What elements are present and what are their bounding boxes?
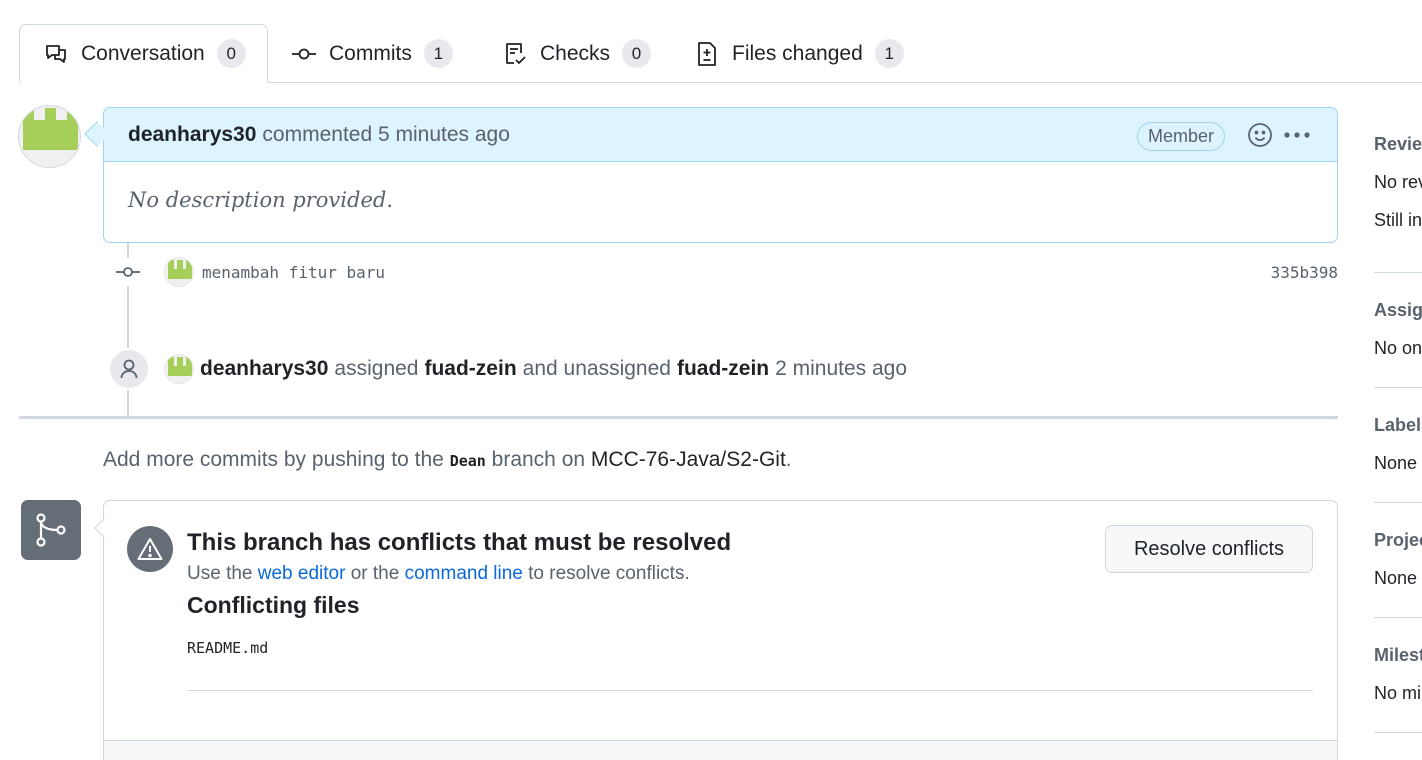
conflict-sub-prefix: Use the: [187, 563, 253, 584]
sidebar-reviewers-title: Reviewers: [1374, 134, 1422, 154]
pr-sidebar: Reviewers No reviews Still in progress? …: [1374, 120, 1422, 760]
git-commit-icon: [291, 41, 317, 67]
sidebar-assignees[interactable]: Assignees No one—: [1374, 300, 1422, 359]
pr-tabbar: Conversation 0 Commits 1 Checks 0 Files …: [0, 0, 1422, 83]
member-badge: Member: [1137, 122, 1226, 151]
sidebar-reviewers-hint[interactable]: Still in progress?: [1374, 210, 1422, 231]
actor-avatar[interactable]: [164, 354, 194, 384]
git-merge-icon: [21, 500, 81, 560]
tab-count: 1: [423, 39, 453, 68]
timeline-assign-event: deanharys30 assigned fuad-zein and unass…: [108, 348, 907, 390]
conflicting-files-heading: Conflicting files: [187, 592, 360, 618]
sidebar-divider: [1374, 502, 1422, 503]
commit-sha-link[interactable]: 335b398: [1271, 263, 1338, 282]
branch-name: Dean: [449, 452, 486, 470]
tab-files-changed[interactable]: Files changed 1: [694, 24, 904, 83]
merge-box: This branch has conflicts that must be r…: [103, 500, 1338, 760]
pr-description-comment: deanharys30 commented 5 minutes ago Memb…: [103, 107, 1338, 243]
event-unassignee[interactable]: fuad-zein: [677, 357, 769, 381]
sidebar-divider: [1374, 617, 1422, 618]
sidebar-projects-title: Projects: [1374, 530, 1422, 550]
event-verb: and unassigned: [522, 357, 671, 380]
command-line-link[interactable]: command line: [405, 563, 523, 584]
tab-label: Conversation: [81, 41, 205, 65]
sidebar-labels-value: None yet: [1374, 453, 1422, 473]
tab-checks[interactable]: Checks 0: [502, 24, 652, 83]
commit-message-link[interactable]: menambah fitur baru: [202, 263, 385, 282]
tab-label: Checks: [540, 41, 611, 65]
sidebar-milestone-value: No milestone: [1374, 683, 1422, 703]
comment-body: No description provided.: [128, 188, 393, 212]
sidebar-projects[interactable]: Projects None yet: [1374, 530, 1422, 589]
comment-timestamp[interactable]: commented 5 minutes ago: [262, 123, 509, 147]
tab-count: 1: [874, 39, 904, 68]
timeline-end-divider: [19, 416, 1338, 419]
push-hint-prefix: Add more commits by pushing to the: [103, 448, 444, 471]
web-editor-link[interactable]: web editor: [258, 563, 346, 584]
resolve-conflicts-button[interactable]: Resolve conflicts: [1105, 525, 1313, 573]
person-icon: [108, 348, 150, 390]
event-assignee[interactable]: fuad-zein: [424, 357, 516, 381]
sidebar-divider: [1374, 387, 1422, 388]
tab-commits[interactable]: Commits 1: [291, 24, 453, 83]
tab-count: 0: [216, 39, 246, 68]
push-hint-middle: branch on: [491, 448, 586, 471]
push-hint-suffix: .: [785, 448, 792, 471]
merge-footer: [104, 740, 1337, 760]
sidebar-assignees-value: No one—: [1374, 338, 1422, 358]
conflict-sub-suffix: to resolve conflicts.: [528, 563, 690, 584]
sidebar-labels-title: Labels: [1374, 415, 1422, 435]
conflict-title: This branch has conflicts that must be r…: [187, 529, 732, 556]
sidebar-divider: [1374, 732, 1422, 733]
checklist-icon: [502, 41, 528, 67]
sidebar-milestone[interactable]: Milestone No milestone: [1374, 645, 1422, 704]
event-verb: assigned: [334, 357, 419, 380]
repo-link[interactable]: MCC-76-Java/S2-Git: [591, 448, 786, 471]
merge-divider: [187, 690, 1313, 691]
conflict-subtitle: Use the web editor or the command line t…: [187, 563, 690, 585]
sidebar-reviewers[interactable]: Reviewers No reviews Still in progress?: [1374, 134, 1422, 231]
sidebar-assignees-title: Assignees: [1374, 300, 1422, 320]
sidebar-labels[interactable]: Labels None yet: [1374, 415, 1422, 474]
event-actor[interactable]: deanharys30: [200, 357, 328, 381]
sidebar-projects-value: None yet: [1374, 568, 1422, 588]
conflicting-file: README.md: [187, 639, 269, 657]
conflict-sub-mid: or the: [350, 563, 400, 584]
author-avatar[interactable]: [18, 105, 81, 168]
push-hint: Add more commits by pushing to the Dean …: [103, 448, 792, 472]
git-commit-icon: [114, 258, 142, 286]
comment-header: deanharys30 commented 5 minutes ago Memb…: [104, 108, 1337, 162]
comment-discussion-icon: [43, 41, 69, 67]
commit-author-avatar[interactable]: [164, 257, 194, 287]
tab-label: Commits: [329, 41, 412, 65]
file-diff-icon: [694, 41, 720, 67]
tab-label: Files changed: [732, 41, 863, 65]
timeline-commit: menambah fitur baru 335b398: [114, 255, 1338, 289]
event-timestamp[interactable]: 2 minutes ago: [775, 357, 907, 381]
kebab-horizontal-icon[interactable]: [1282, 121, 1312, 149]
comment-author[interactable]: deanharys30: [128, 123, 256, 147]
sidebar-divider: [1374, 272, 1422, 273]
tab-conversation[interactable]: Conversation 0: [19, 24, 268, 83]
tab-count: 0: [622, 39, 652, 68]
add-reaction-icon[interactable]: [1246, 121, 1274, 149]
alert-icon: [127, 526, 173, 572]
sidebar-reviewers-value: No reviews: [1374, 172, 1422, 192]
sidebar-milestone-title: Milestone: [1374, 645, 1422, 665]
